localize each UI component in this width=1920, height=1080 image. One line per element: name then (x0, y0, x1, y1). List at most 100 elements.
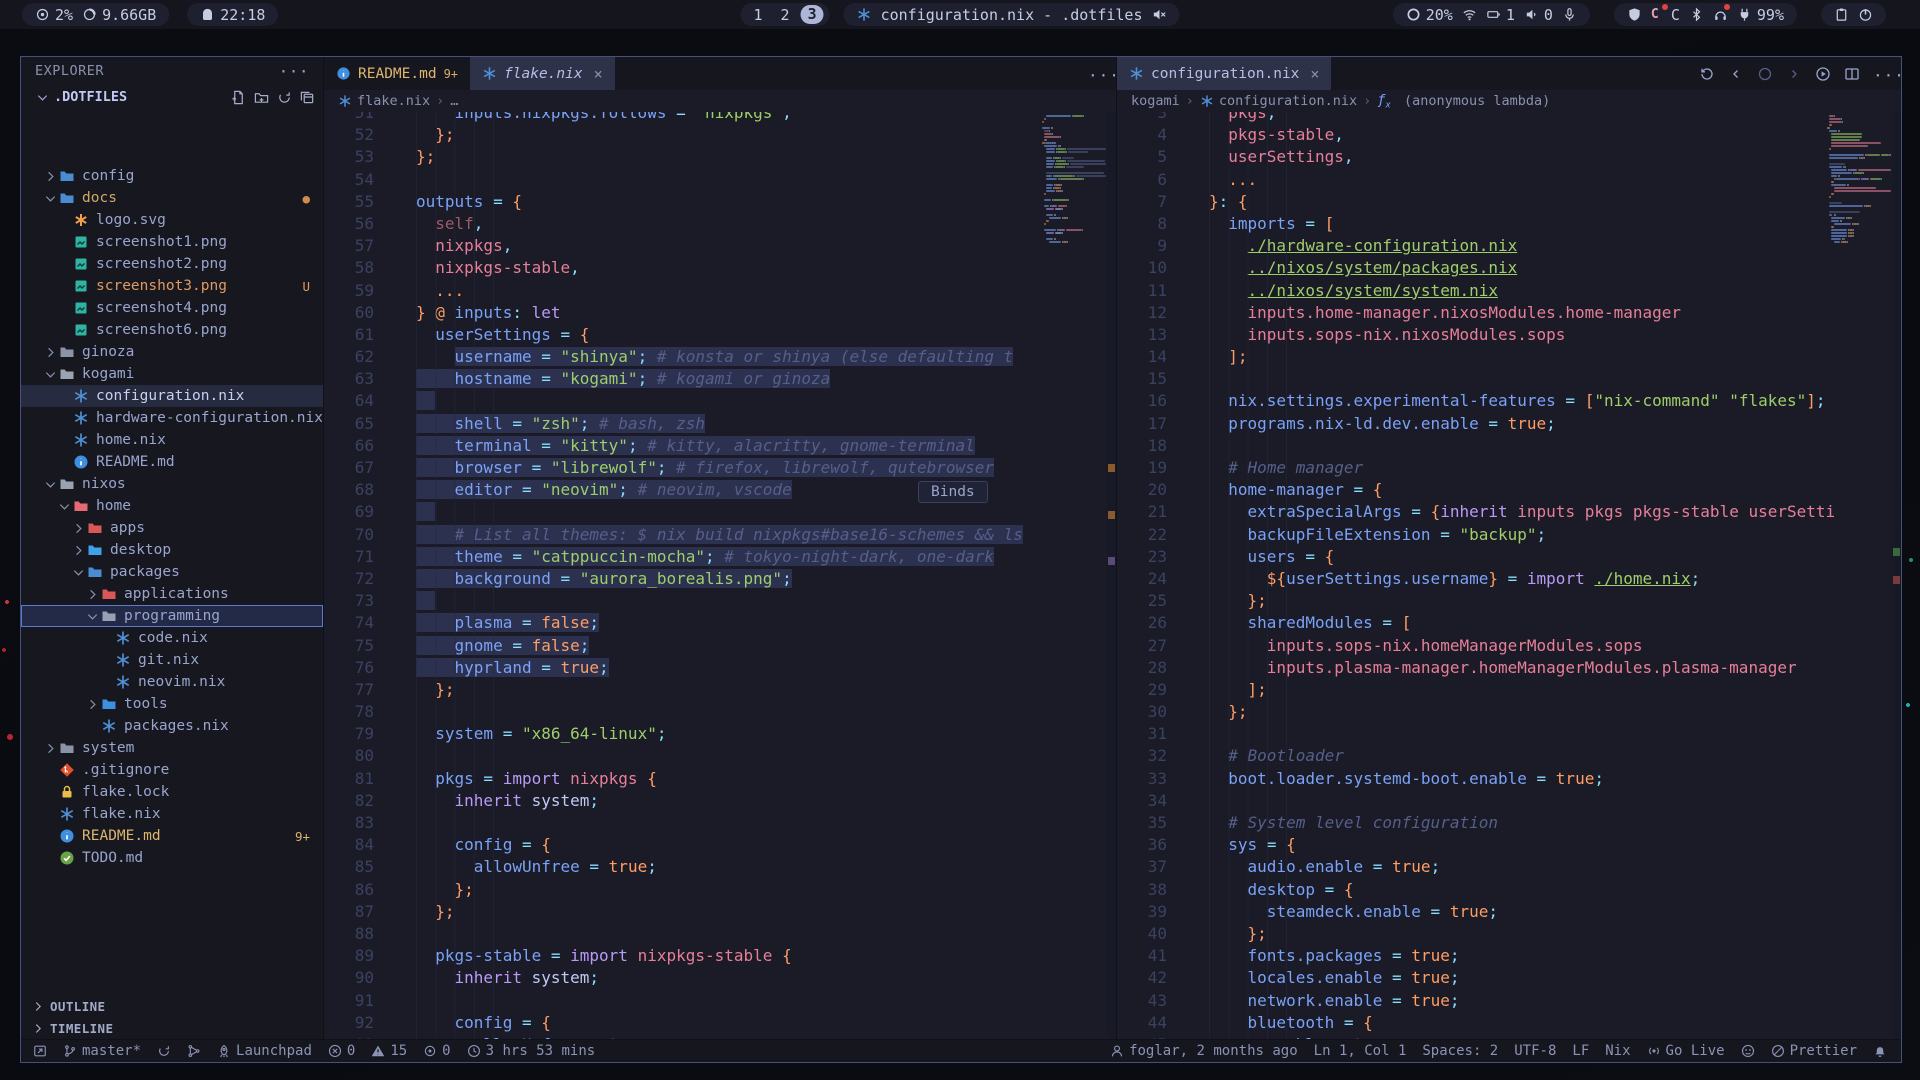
scrollbar[interactable] (1892, 112, 1901, 1039)
code-editor-flake[interactable]: 51 inputs.nixpkgs.follows = "nixpkgs";52… (324, 112, 1116, 1039)
topbar-pill[interactable]: 2%9.66GB (22, 3, 169, 26)
code-line[interactable]: 54 (324, 169, 1116, 191)
status-item-15[interactable]: 15 (371, 1043, 407, 1059)
code-line[interactable]: 17 programs.nix-ld.dev.enable = true; (1117, 413, 1901, 435)
code-line[interactable]: 92 config = { (324, 1012, 1116, 1034)
more-actions-icon[interactable]: ··· (1088, 66, 1104, 82)
status-item-go[interactable]: Go Live (1647, 1043, 1725, 1059)
status-item-foglar[interactable]: foglar, 2 months ago (1110, 1043, 1298, 1059)
code-line[interactable]: 51 inputs.nixpkgs.follows = "nixpkgs"; (324, 112, 1116, 124)
tree-item-screenshot6.png[interactable]: screenshot6.png (21, 319, 323, 341)
code-line[interactable]: 43 network.enable = true; (1117, 990, 1901, 1012)
tree-item-screenshot4.png[interactable]: screenshot4.png (21, 297, 323, 319)
tab-flake.nix[interactable]: flake.nix× (470, 57, 615, 90)
tree-item-config[interactable]: config (21, 165, 323, 187)
code-line[interactable]: 33 boot.loader.systemd-boot.enable = tru… (1117, 768, 1901, 790)
tab-readme.md[interactable]: README.md9+ (324, 57, 470, 90)
split-editor-icon[interactable] (1844, 66, 1860, 82)
close-icon[interactable]: × (594, 65, 603, 83)
code-line[interactable]: 27 inputs.sops-nix.homeManagerModules.so… (1117, 635, 1901, 657)
code-line[interactable]: 70 # List all themes: $ nix build nixpkg… (324, 524, 1116, 546)
code-line[interactable]: 87 }; (324, 901, 1116, 923)
tree-item-kogami[interactable]: kogami (21, 363, 323, 385)
code-line[interactable]: 76 hyprland = true; (324, 657, 1116, 679)
code-line[interactable]: 68 editor = "neovim"; # neovim, vscode (324, 479, 1116, 501)
code-line[interactable]: 11 ../nixos/system/system.nix (1117, 280, 1901, 302)
code-line[interactable]: 53}; (324, 146, 1116, 168)
breadcrumb-item[interactable]: configuration.nix (1200, 93, 1357, 109)
code-line[interactable]: 9 ./hardware-configuration.nix (1117, 235, 1901, 257)
tree-item-configuration.nix[interactable]: configuration.nix (21, 385, 323, 407)
code-line[interactable]: 56 self, (324, 213, 1116, 235)
code-line[interactable]: 13 inputs.sops-nix.nixosModules.sops (1117, 324, 1901, 346)
code-line[interactable]: 32 # Bootloader (1117, 745, 1901, 767)
code-line[interactable]: 4 pkgs-stable, (1117, 124, 1901, 146)
code-line[interactable]: 86 }; (324, 879, 1116, 901)
code-line[interactable]: 41 fonts.packages = true; (1117, 945, 1901, 967)
code-line[interactable]: 20 home-manager = { (1117, 479, 1901, 501)
tree-item-home.nix[interactable]: home.nix (21, 429, 323, 451)
code-line[interactable]: 38 desktop = { (1117, 879, 1901, 901)
code-line[interactable]: 42 locales.enable = true; (1117, 967, 1901, 989)
code-line[interactable]: 7}: { (1117, 191, 1901, 213)
code-line[interactable]: 15 (1117, 368, 1901, 390)
code-line[interactable]: 71 theme = "catppuccin-mocha"; # tokyo-n… (324, 546, 1116, 568)
code-line[interactable]: 74 plasma = false; (324, 612, 1116, 634)
code-line[interactable]: 3 pkgs, (1117, 112, 1901, 124)
code-line[interactable]: 88 (324, 923, 1116, 945)
code-line[interactable]: 40 }; (1117, 923, 1901, 945)
code-line[interactable]: 25 }; (1117, 590, 1901, 612)
tree-item-apps[interactable]: apps (21, 517, 323, 539)
status-item-utf-8[interactable]: UTF-8 (1514, 1043, 1556, 1059)
code-line[interactable]: 18 (1117, 435, 1901, 457)
tree-item-programming[interactable]: programming (21, 605, 323, 627)
code-line[interactable]: 85 allowUnfree = true; (324, 856, 1116, 878)
code-line[interactable]: 91 (324, 990, 1116, 1012)
tab-configuration.nix[interactable]: configuration.nix× (1117, 57, 1331, 90)
code-line[interactable]: 64 (324, 390, 1116, 412)
scrollbar[interactable] (1107, 112, 1116, 1039)
code-line[interactable]: 36 sys = { (1117, 834, 1901, 856)
breadcrumb-item[interactable]: ƒx (anonymous lambda) (1377, 92, 1550, 111)
tree-item-screenshot3.png[interactable]: screenshot3.pngU (21, 275, 323, 297)
new-file-icon[interactable] (231, 90, 246, 105)
code-line[interactable]: 75 gnome = false; (324, 635, 1116, 657)
code-line[interactable]: 67 browser = "librewolf"; # firefox, lib… (324, 457, 1116, 479)
code-line[interactable]: 37 audio.enable = true; (1117, 856, 1901, 878)
refresh-icon[interactable] (277, 90, 292, 105)
close-icon[interactable]: × (1310, 65, 1319, 83)
code-line[interactable]: 63 hostname = "kogami"; # kogami or gino… (324, 368, 1116, 390)
nav-back-icon[interactable] (1728, 66, 1744, 82)
code-line[interactable]: 55outputs = { (324, 191, 1116, 213)
tree-item-readme.md[interactable]: README.md9+ (21, 825, 323, 847)
code-line[interactable]: 14 ]; (1117, 346, 1901, 368)
topbar-pill[interactable]: 20%10 (1393, 3, 1590, 26)
code-line[interactable]: 61 userSettings = { (324, 324, 1116, 346)
code-line[interactable]: 22 backupFileExtension = "backup"; (1117, 524, 1901, 546)
code-line[interactable]: 52 }; (324, 124, 1116, 146)
code-line[interactable]: 57 nixpkgs, (324, 235, 1116, 257)
workspace-1[interactable]: 1 (747, 6, 770, 24)
code-line[interactable]: 82 inherit system; (324, 790, 1116, 812)
code-line[interactable]: 24 ${userSettings.username} = import ./h… (1117, 568, 1901, 590)
tree-item-flake.nix[interactable]: flake.nix (21, 803, 323, 825)
tree-item-neovim.nix[interactable]: neovim.nix (21, 671, 323, 693)
code-line[interactable]: 73 (324, 590, 1116, 612)
code-line[interactable]: 78 (324, 701, 1116, 723)
tree-item-todo.md[interactable]: TODO.md (21, 847, 323, 869)
code-line[interactable]: 26 sharedModules = [ (1117, 612, 1901, 634)
code-editor-configuration[interactable]: 3 pkgs,4 pkgs-stable,5 userSettings,6 ..… (1117, 112, 1901, 1039)
topbar-pill[interactable]: 22:18 (187, 3, 278, 26)
code-line[interactable]: 66 terminal = "kitty"; # kitty, alacritt… (324, 435, 1116, 457)
code-line[interactable]: 58 nixpkgs-stable, (324, 257, 1116, 279)
code-line[interactable]: 29 ]; (1117, 679, 1901, 701)
minimap[interactable] (1042, 115, 1106, 244)
code-line[interactable]: 28 inputs.plasma-manager.homeManagerModu… (1117, 657, 1901, 679)
tree-item-.gitignore[interactable]: .gitignore (21, 759, 323, 781)
timeline-section[interactable]: TIMELINE (21, 1017, 323, 1039)
code-line[interactable]: 5 userSettings, (1117, 146, 1901, 168)
tree-item-docs[interactable]: docs● (21, 187, 323, 209)
history-icon[interactable] (1699, 66, 1715, 82)
tree-item-git.nix[interactable]: git.nix (21, 649, 323, 671)
workspace-switcher[interactable]: 123 (741, 3, 830, 26)
